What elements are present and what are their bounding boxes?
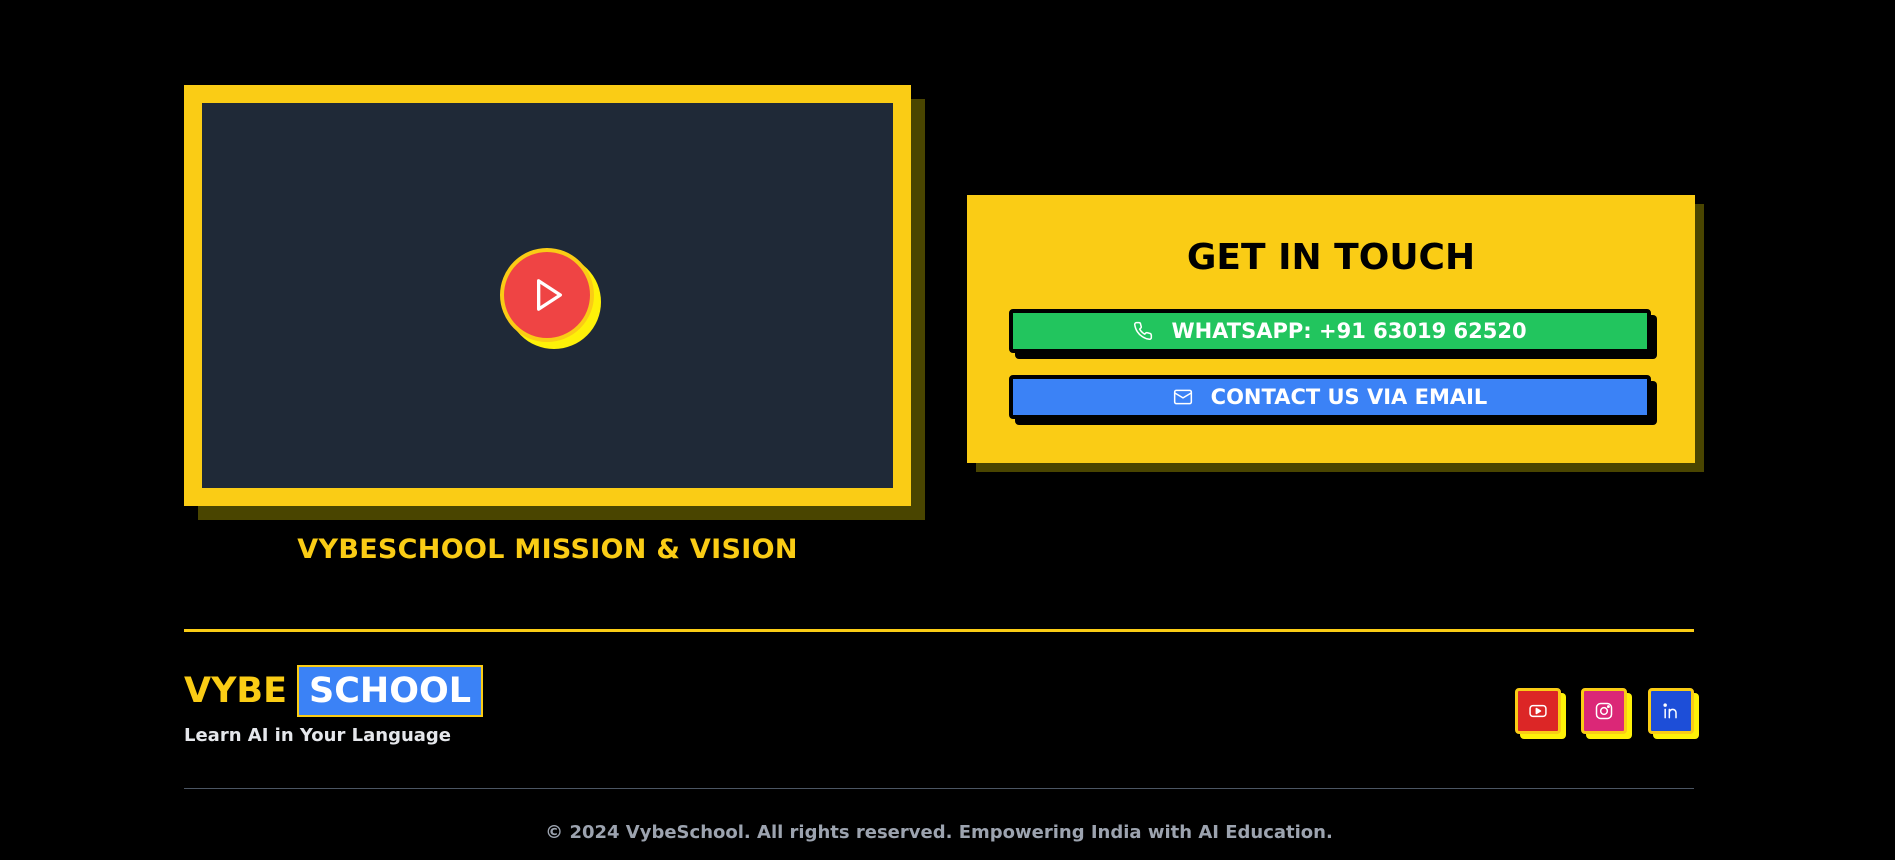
phone-icon xyxy=(1133,321,1153,341)
brand-vybe: VYBE xyxy=(184,671,288,711)
brand-logo[interactable]: VYBE SCHOOL xyxy=(184,665,484,717)
whatsapp-label: WHATSAPP: +91 63019 62520 xyxy=(1171,319,1527,343)
contact-card: GET IN TOUCH WHATSAPP: +91 63019 62520 C… xyxy=(967,195,1695,463)
brand-school: SCHOOL xyxy=(297,665,484,717)
email-label: CONTACT US VIA EMAIL xyxy=(1210,385,1488,409)
mail-icon xyxy=(1173,387,1193,407)
linkedin-link[interactable] xyxy=(1648,688,1694,734)
youtube-link[interactable] xyxy=(1515,688,1561,734)
instagram-link[interactable] xyxy=(1581,688,1627,734)
play-button[interactable] xyxy=(500,248,594,342)
page: VYBESCHOOL MISSION & VISION GET IN TOUCH… xyxy=(0,0,1895,860)
copyright-text: © 2024 VybeSchool. All rights reserved. … xyxy=(545,822,1333,843)
video-caption: VYBESCHOOL MISSION & VISION xyxy=(297,534,798,565)
contact-title: GET IN TOUCH xyxy=(1186,237,1476,278)
play-icon xyxy=(537,279,562,311)
email-button[interactable]: CONTACT US VIA EMAIL xyxy=(1009,375,1651,419)
whatsapp-button[interactable]: WHATSAPP: +91 63019 62520 xyxy=(1009,309,1651,353)
instagram-icon xyxy=(1595,702,1613,720)
copyright-divider xyxy=(184,788,1694,789)
linkedin-icon xyxy=(1663,703,1677,719)
footer-divider xyxy=(184,629,1694,632)
brand-tagline: Learn AI in Your Language xyxy=(184,725,452,746)
youtube-icon xyxy=(1529,704,1547,718)
